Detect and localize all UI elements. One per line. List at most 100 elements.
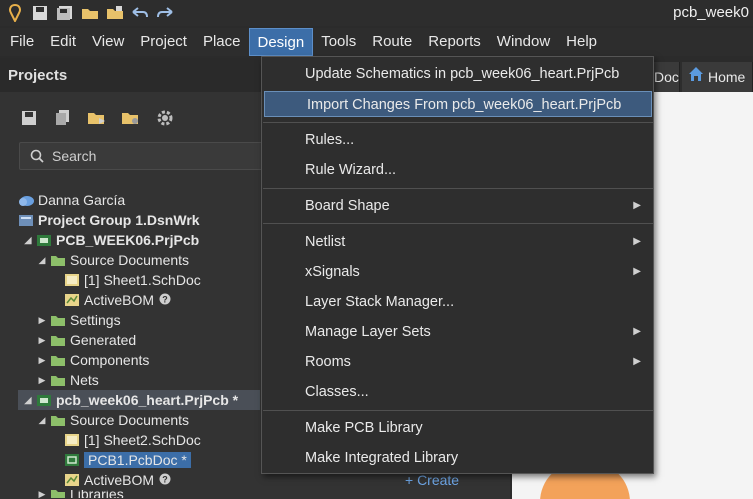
create-link[interactable]: + Create — [405, 472, 459, 488]
window-title: pcb_week0 — [673, 4, 749, 21]
schematic-doc-icon — [64, 273, 80, 287]
cloud-user-icon — [18, 193, 34, 207]
open-folder-icon[interactable] — [80, 3, 100, 23]
menu-reports[interactable]: Reports — [420, 28, 489, 56]
menu-route[interactable]: Route — [364, 28, 420, 56]
menu-item-manage-layer-sets[interactable]: Manage Layer Sets ▶ — [263, 319, 653, 345]
pcb-project-icon — [36, 233, 52, 247]
menu-tools[interactable]: Tools — [313, 28, 364, 56]
expand-arrow-icon[interactable]: ◢ — [22, 235, 34, 246]
title-bar: pcb_week0 — [0, 0, 753, 26]
collapse-arrow-icon[interactable]: ▶ — [36, 375, 48, 386]
tree-item-components[interactable]: ▶ Components — [36, 350, 150, 370]
menu-place[interactable]: Place — [195, 28, 249, 56]
project-options-icon[interactable] — [86, 108, 108, 128]
tree-item-project-group[interactable]: Project Group 1.DsnWrk — [18, 210, 200, 230]
save-icon[interactable] — [30, 3, 50, 23]
tree-item-source-docs-2[interactable]: ◢ Source Documents — [36, 410, 190, 430]
menu-item-label: Netlist — [305, 234, 346, 250]
tree-item-label: ActiveBOM — [84, 292, 155, 308]
menu-project[interactable]: Project — [132, 28, 195, 56]
menu-item-import-changes[interactable]: Import Changes From pcb_week06_heart.Prj… — [264, 91, 652, 117]
tree-item-project-pcb-heart[interactable]: ◢ pcb_week06_heart.PrjPcb * — [22, 390, 239, 410]
home-icon — [688, 62, 704, 92]
tree-item-generated[interactable]: ▶ Generated — [36, 330, 137, 350]
schematic-doc-icon — [64, 433, 80, 447]
menu-item-classes[interactable]: Classes... — [263, 379, 653, 405]
tree-item-user[interactable]: Danna García — [18, 190, 125, 210]
tab-doc[interactable]: Doc — [650, 62, 680, 92]
search-placeholder: Search — [52, 148, 97, 164]
save-project-icon[interactable] — [18, 108, 40, 128]
menu-item-label: xSignals — [305, 264, 360, 280]
menu-file[interactable]: File — [2, 28, 42, 56]
menu-design[interactable]: Design — [248, 28, 314, 56]
menu-item-make-integrated-library[interactable]: Make Integrated Library — [263, 445, 653, 471]
tree-item-settings[interactable]: ▶ Settings — [36, 310, 121, 330]
redo-icon[interactable] — [155, 3, 175, 23]
menu-item-board-shape[interactable]: Board Shape ▶ — [263, 193, 653, 219]
collapse-arrow-icon[interactable]: ▶ — [36, 490, 48, 498]
menu-item-rooms[interactable]: Rooms ▶ — [263, 349, 653, 375]
tree-item-label: Danna García — [38, 192, 126, 208]
save-all-icon[interactable] — [55, 3, 75, 23]
tree-item-nets[interactable]: ▶ Nets — [36, 370, 99, 390]
menu-edit[interactable]: Edit — [42, 28, 84, 56]
tree-item-libraries[interactable]: ▶ Libraries — [36, 490, 124, 498]
expand-arrow-icon[interactable]: ◢ — [36, 255, 48, 266]
submenu-arrow-icon: ▶ — [633, 266, 641, 277]
tree-item-activebom-2[interactable]: ActiveBOM ? — [64, 470, 171, 490]
tab-home-label: Home — [708, 69, 746, 85]
menu-view[interactable]: View — [84, 28, 132, 56]
tab-home[interactable]: Home — [682, 62, 753, 92]
help-icon[interactable]: ? — [159, 292, 171, 308]
tree-item-label: Generated — [70, 332, 137, 348]
menu-item-label: Update Schematics in pcb_week06_heart.Pr… — [305, 66, 620, 82]
tree-item-label: ActiveBOM — [84, 472, 155, 488]
copy-icon[interactable] — [52, 108, 74, 128]
collapse-arrow-icon[interactable]: ▶ — [36, 315, 48, 326]
expand-arrow-icon[interactable]: ◢ — [36, 415, 48, 426]
menu-item-rule-wizard[interactable]: Rule Wizard... — [263, 157, 653, 183]
menu-separator — [263, 122, 653, 123]
submenu-arrow-icon: ▶ — [633, 236, 641, 247]
menu-help[interactable]: Help — [558, 28, 605, 56]
tree-item-sheet1[interactable]: [1] Sheet1.SchDoc — [64, 270, 201, 290]
menu-item-xsignals[interactable]: xSignals ▶ — [263, 259, 653, 285]
pcb-doc-icon — [64, 453, 80, 467]
tree-item-sheet2[interactable]: [1] Sheet2.SchDoc — [64, 430, 201, 450]
tree-item-label: Nets — [70, 372, 99, 388]
menu-item-label: Rooms — [305, 354, 351, 370]
tree-item-project-pcb-week06[interactable]: ◢ PCB_WEEK06.PrjPcb — [22, 230, 200, 250]
svg-text:?: ? — [162, 295, 168, 305]
open-project-icon[interactable] — [105, 3, 125, 23]
gear-icon[interactable] — [154, 108, 176, 128]
expand-arrow-icon[interactable]: ◢ — [22, 395, 34, 406]
menu-item-label: Layer Stack Manager... — [305, 294, 455, 310]
menu-item-label: Make PCB Library — [305, 420, 423, 436]
menu-item-netlist[interactable]: Netlist ▶ — [263, 229, 653, 255]
menu-item-label: Manage Layer Sets — [305, 324, 431, 340]
tree-item-source-docs-1[interactable]: ◢ Source Documents — [36, 250, 190, 270]
folder-icon — [50, 333, 66, 347]
tree-item-label: Source Documents — [70, 412, 190, 428]
collapse-arrow-icon[interactable]: ▶ — [36, 335, 48, 346]
folder-icon — [50, 313, 66, 327]
help-icon[interactable]: ? — [159, 472, 171, 488]
collapse-arrow-icon[interactable]: ▶ — [36, 355, 48, 366]
tree-item-label: Source Documents — [70, 252, 190, 268]
menu-window[interactable]: Window — [489, 28, 558, 56]
app-logo-icon — [5, 3, 25, 23]
menu-item-make-pcb-library[interactable]: Make PCB Library — [263, 415, 653, 441]
menu-item-update-schematics[interactable]: Update Schematics in pcb_week06_heart.Pr… — [263, 61, 653, 87]
tree-item-pcb1[interactable]: PCB1.PcbDoc * — [64, 450, 191, 470]
tree-item-label: Libraries — [70, 490, 124, 498]
menu-item-rules[interactable]: Rules... — [263, 127, 653, 153]
folder-settings-icon[interactable] — [120, 108, 142, 128]
tree-item-label: PCB1.PcbDoc * — [84, 452, 191, 468]
menu-item-layer-stack-manager[interactable]: Layer Stack Manager... — [263, 289, 653, 315]
tree-item-activebom-1[interactable]: ActiveBOM ? — [64, 290, 171, 310]
search-icon — [30, 149, 44, 166]
undo-icon[interactable] — [130, 3, 150, 23]
tree-item-label: [1] Sheet1.SchDoc — [84, 272, 201, 288]
